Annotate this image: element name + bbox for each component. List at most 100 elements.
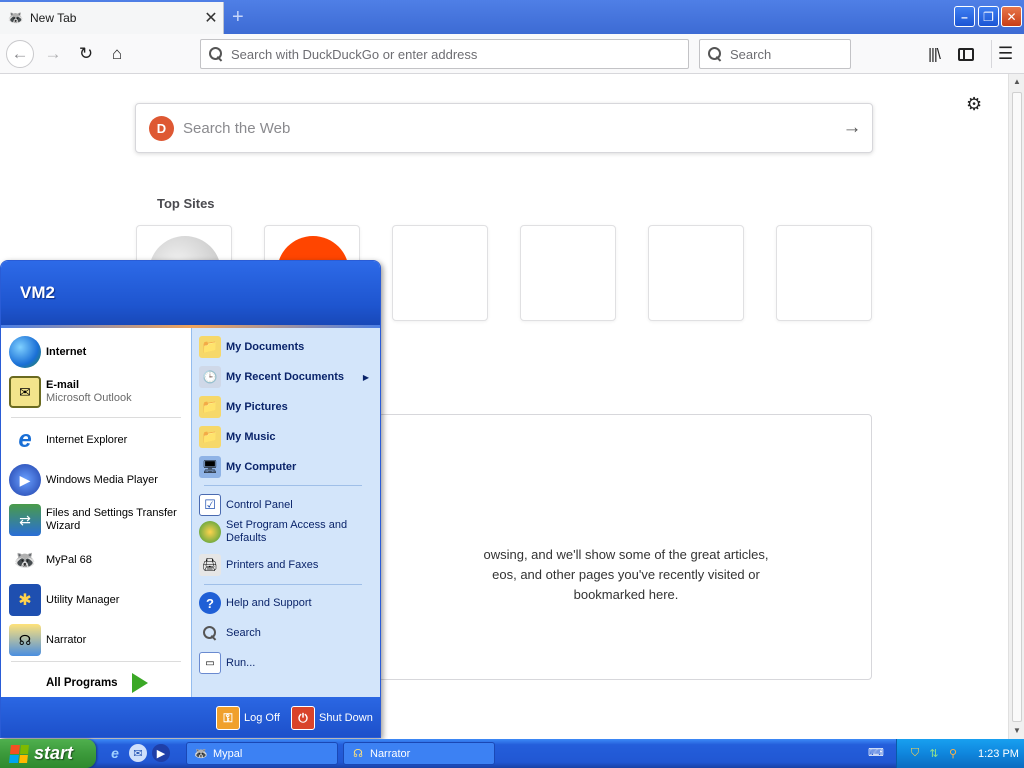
forward-button[interactable]: → — [39, 40, 67, 68]
submenu-arrow-icon: ▶ — [362, 372, 369, 382]
media-player-icon: ▶ — [9, 464, 41, 496]
all-programs-label: All Programs — [46, 677, 118, 689]
item-title: Set Program Access and Defaults — [226, 519, 348, 544]
mypal-favicon-icon: 🦝 — [7, 10, 25, 25]
recent-item-narrator[interactable]: ☊ Narrator — [9, 624, 187, 656]
shut-down-button[interactable]: ⏻ Shut Down — [291, 706, 373, 730]
keyboard-icon[interactable]: ⌨ — [868, 746, 884, 760]
web-search-placeholder: Search the Web — [183, 119, 291, 137]
recent-item-utility-manager[interactable]: ✱ Utility Manager — [9, 584, 187, 616]
item-title: MyPal 68 — [46, 553, 92, 566]
place-my-recent-documents[interactable]: 🕒 My Recent Documents ▶ — [199, 366, 375, 388]
scroll-up-icon[interactable]: ▲ — [1009, 74, 1024, 90]
sidebar-toggle-button[interactable] — [952, 40, 980, 68]
separator — [204, 485, 362, 486]
place-my-pictures[interactable]: 📁 My Pictures — [199, 396, 375, 418]
top-site-tile-empty[interactable] — [392, 225, 488, 321]
back-button[interactable]: ← — [6, 40, 34, 68]
navigation-toolbar: ← → ↻ ⌂ Search with DuckDuckGo or enter … — [0, 34, 1024, 74]
pinned-item-internet[interactable]: Internet — [9, 336, 187, 368]
recent-item-mypal[interactable]: 🦝 MyPal 68 — [9, 544, 187, 576]
folder-icon: 📁 — [199, 336, 221, 358]
security-shield-icon[interactable]: ⛉ — [907, 746, 923, 762]
outlook-icon: ✉ — [9, 376, 41, 408]
help-and-support[interactable]: ? Help and Support — [199, 592, 375, 614]
library-button[interactable]: |||\ — [920, 40, 948, 68]
search-bar[interactable]: Search — [699, 39, 851, 69]
task-button-narrator[interactable]: ☊ Narrator — [343, 742, 495, 765]
hamburger-menu-button[interactable]: ☰ — [991, 40, 1019, 68]
top-site-tile-empty[interactable] — [776, 225, 872, 321]
media-player-icon[interactable]: ▶ — [152, 744, 170, 762]
home-button[interactable]: ⌂ — [103, 40, 131, 68]
ie-icon[interactable]: e — [106, 744, 124, 762]
search-icon — [708, 47, 722, 61]
gear-icon[interactable]: ⚙ — [966, 94, 982, 115]
help-icon: ? — [199, 592, 221, 614]
windows-flag-icon — [9, 744, 29, 763]
item-title: Internet — [46, 345, 87, 358]
top-site-tile-empty[interactable] — [520, 225, 616, 321]
minimize-button[interactable]: – — [954, 6, 975, 27]
recent-item-windows-media-player[interactable]: ▶ Windows Media Player — [9, 464, 187, 496]
highlights-message: owsing, and we'll show some of the great… — [379, 545, 873, 605]
quick-launch: e ✉ ▶ — [106, 744, 170, 762]
outlook-express-icon[interactable]: ✉ — [129, 744, 147, 762]
item-title: Control Panel — [226, 498, 293, 511]
place-my-documents[interactable]: 📁 My Documents — [199, 336, 375, 358]
web-search-box[interactable]: D Search the Web → — [135, 103, 873, 153]
tab-close-icon[interactable]: ✕ — [199, 8, 223, 28]
green-arrow-icon — [131, 673, 148, 693]
all-programs-button[interactable]: All Programs — [46, 673, 148, 693]
place-my-music[interactable]: 📁 My Music — [199, 426, 375, 448]
search-item[interactable]: Search — [199, 622, 375, 644]
computer-icon: 🖥 — [199, 456, 221, 478]
item-subtitle: Microsoft Outlook — [46, 392, 132, 404]
top-sites-heading: Top Sites — [157, 196, 215, 211]
scroll-down-icon[interactable]: ▼ — [1009, 723, 1024, 739]
key-icon: ⚿ — [216, 706, 240, 730]
duckduckgo-icon: D — [149, 115, 174, 141]
start-label: start — [34, 743, 74, 763]
folder-icon: 📁 — [199, 396, 221, 418]
search-placeholder: Search — [730, 46, 772, 62]
power-icon: ⏻ — [291, 706, 315, 730]
separator — [204, 584, 362, 585]
run-item[interactable]: ▭ Run... — [199, 652, 375, 674]
task-title: Mypal — [213, 747, 243, 760]
item-title: My Pictures — [226, 400, 288, 413]
search-go-arrow-icon[interactable]: → — [832, 117, 872, 139]
search-icon — [209, 47, 223, 61]
separator — [11, 661, 181, 662]
utility-manager-icon: ✱ — [9, 584, 41, 616]
top-site-tile-empty[interactable] — [648, 225, 744, 321]
system-control-panel[interactable]: ☑ Control Panel — [199, 494, 375, 516]
task-button-mypal[interactable]: 🦝 Mypal — [186, 742, 338, 765]
mypal-icon: 🦝 — [194, 748, 208, 760]
scroll-thumb[interactable] — [1012, 92, 1022, 722]
place-my-computer[interactable]: 🖥 My Computer — [199, 456, 375, 478]
url-bar[interactable]: Search with DuckDuckGo or enter address — [200, 39, 689, 69]
restore-button[interactable]: ❐ — [978, 6, 999, 27]
reload-button[interactable]: ↻ — [72, 40, 100, 68]
url-placeholder: Search with DuckDuckGo or enter address — [231, 46, 478, 62]
log-off-button[interactable]: ⚿ Log Off — [216, 706, 280, 730]
network-icon[interactable]: ⇅ — [926, 746, 942, 762]
system-program-access[interactable]: Set Program Access and Defaults — [199, 519, 375, 545]
item-label: Internet — [46, 346, 86, 359]
recent-item-internet-explorer[interactable]: e Internet Explorer — [9, 424, 187, 456]
close-window-button[interactable]: ✕ — [1001, 6, 1022, 27]
item-label: E-mail Microsoft Outlook — [46, 379, 132, 405]
start-button[interactable]: start — [0, 739, 96, 768]
tab-new-tab[interactable]: 🦝 New Tab ✕ — [0, 2, 224, 34]
search-tray-icon[interactable]: ⚲ — [945, 746, 961, 762]
recent-item-transfer-wizard[interactable]: ⇄ Files and Settings Transfer Wizard — [9, 504, 187, 536]
item-title: Narrator — [46, 633, 87, 646]
item-title: My Recent Documents — [226, 370, 344, 383]
vertical-scrollbar[interactable]: ▲ ▼ — [1008, 74, 1024, 739]
system-printers-and-faxes[interactable]: 🖨 Printers and Faxes — [199, 554, 375, 576]
new-tab-button[interactable]: + — [232, 6, 244, 29]
pinned-item-email[interactable]: ✉ E-mail Microsoft Outlook — [9, 376, 187, 408]
run-icon: ▭ — [199, 652, 221, 674]
globe-icon — [9, 336, 41, 368]
